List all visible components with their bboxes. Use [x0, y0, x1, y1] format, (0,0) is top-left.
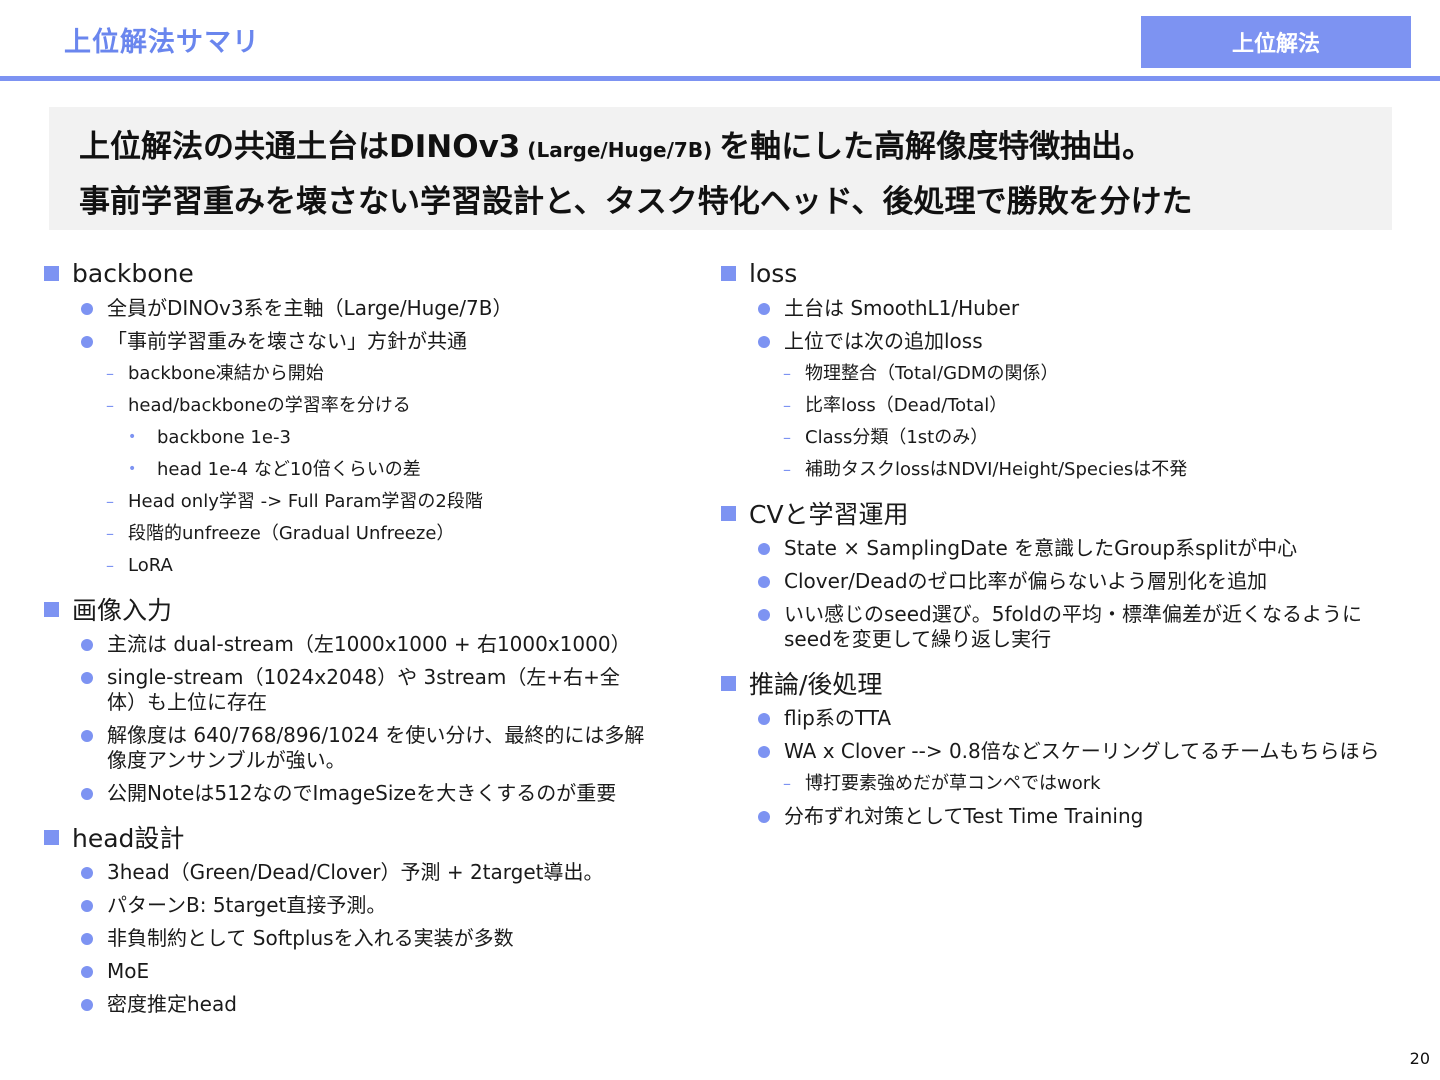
list-item: MoE — [44, 955, 684, 988]
list-item: flip系のTTA — [721, 702, 1401, 735]
header-divider — [0, 76, 1440, 81]
sub-list-item: head/backboneの学習率を分ける — [44, 390, 684, 422]
list-item: 全員がDINOv3系を主軸（Large/Huge/7B） — [44, 292, 684, 325]
list-item-line: いい感じのseed選び。5foldの平均・標準偏差が近くなるように — [784, 602, 1362, 626]
list-item: WA x Clover --> 0.8倍などスケーリングしてるチームもちらほら — [721, 735, 1401, 768]
list-item: 主流は dual-stream（左1000x1000 + 右1000x1000） — [44, 628, 684, 661]
headline-line-2: 事前学習重みを壊さない学習設計と、タスク特化ヘッド、後処理で勝敗を分けた — [79, 184, 1193, 220]
list-item: パターンB: 5target直接予測。 — [44, 889, 684, 922]
list-item: 公開Noteは512なのでImageSizeを大きくするのが重要 — [44, 777, 684, 810]
sub-list-item: 物理整合（Total/GDMの関係） — [721, 358, 1401, 390]
sub-list-item: backbone凍結から開始 — [44, 358, 684, 390]
list-item-line: single-stream（1024x2048）や 3stream（左+右+全 — [107, 665, 620, 689]
section-loss: loss — [721, 254, 1401, 292]
sub-list-item: Head only学習 -> Full Param学習の2段階 — [44, 486, 684, 518]
slide-section-title: 上位解法サマリ — [64, 27, 260, 58]
headline-text-a: 上位解法の共通土台はDINOv3 — [79, 129, 521, 165]
headline-text-small: (Large/Huge/7B) — [520, 138, 720, 162]
square-bullet-icon — [721, 675, 736, 691]
section-title: 画像入力 — [72, 596, 173, 625]
section-title: 推論/後処理 — [749, 670, 883, 699]
list-item: 分布ずれ対策としてTest Time Training — [721, 800, 1401, 833]
section-title: head設計 — [72, 824, 185, 853]
list-item: いい感じのseed選び。5foldの平均・標準偏差が近くなるように seedを変… — [721, 598, 1401, 656]
section-title: backbone — [72, 258, 194, 288]
right-column: loss 土台は SmoothL1/Huber 上位では次の追加loss 物理整… — [721, 254, 1401, 833]
headline-text-b: を軸にした高解像度特徴抽出。 — [719, 129, 1154, 165]
list-item: 3head（Green/Dead/Clover）予測 + 2target導出。 — [44, 856, 684, 889]
list-item: 非負制約として Softplusを入れる実装が多数 — [44, 922, 684, 955]
section-title: CVと学習運用 — [749, 500, 909, 529]
section-tag: 上位解法 — [1141, 16, 1411, 68]
sub-list-item: 段階的unfreeze（Gradual Unfreeze） — [44, 518, 684, 550]
page-number: 20 — [1409, 1049, 1430, 1068]
sub-sub-list-item: head 1e-4 など10倍くらいの差 — [44, 454, 684, 486]
square-bullet-icon — [721, 505, 736, 521]
sub-list-item: Class分類（1stのみ） — [721, 422, 1401, 454]
square-bullet-icon — [44, 829, 59, 845]
sub-list-item: 補助タスクlossはNDVI/Height/Speciesは不発 — [721, 454, 1401, 486]
square-bullet-icon — [44, 601, 59, 617]
headline-line-1: 上位解法の共通土台はDINOv3 (Large/Huge/7B) を軸にした高解… — [79, 121, 1372, 176]
sub-list-item: 比率loss（Dead/Total） — [721, 390, 1401, 422]
section-inference: 推論/後処理 — [721, 664, 1401, 702]
sub-list-item: LoRA — [44, 550, 684, 582]
list-item: 土台は SmoothL1/Huber — [721, 292, 1401, 325]
left-column: backbone 全員がDINOv3系を主軸（Large/Huge/7B） 「事… — [44, 254, 684, 1021]
square-bullet-icon — [44, 265, 59, 281]
list-item: 「事前学習重みを壊さない」方針が共通 — [44, 325, 684, 358]
list-item-line: 解像度は 640/768/896/1024 を使い分け、最終的には多解 — [107, 723, 645, 747]
list-item-line: 像度アンサンブルが強い。 — [107, 748, 346, 772]
square-bullet-icon — [721, 265, 736, 281]
list-item: 密度推定head — [44, 988, 684, 1021]
sub-sub-list-item: backbone 1e-3 — [44, 422, 684, 454]
list-item: Clover/Deadのゼロ比率が偏らないよう層別化を追加 — [721, 565, 1401, 598]
sub-list-item: 博打要素強めだが草コンペではwork — [721, 768, 1401, 800]
list-item-line: 体）も上位に存在 — [107, 690, 267, 714]
list-item: State × SamplingDate を意識したGroup系splitが中心 — [721, 532, 1401, 565]
section-backbone: backbone — [44, 254, 684, 292]
section-image-input: 画像入力 — [44, 590, 684, 628]
list-item-line: seedを変更して繰り返し実行 — [784, 627, 1052, 651]
list-item: single-stream（1024x2048）や 3stream（左+右+全 … — [44, 661, 684, 719]
section-cv: CVと学習運用 — [721, 494, 1401, 532]
section-title: loss — [749, 258, 798, 288]
headline-box: 上位解法の共通土台はDINOv3 (Large/Huge/7B) を軸にした高解… — [49, 107, 1392, 230]
section-head-design: head設計 — [44, 818, 684, 856]
list-item: 解像度は 640/768/896/1024 を使い分け、最終的には多解 像度アン… — [44, 719, 684, 777]
list-item: 上位では次の追加loss — [721, 325, 1401, 358]
